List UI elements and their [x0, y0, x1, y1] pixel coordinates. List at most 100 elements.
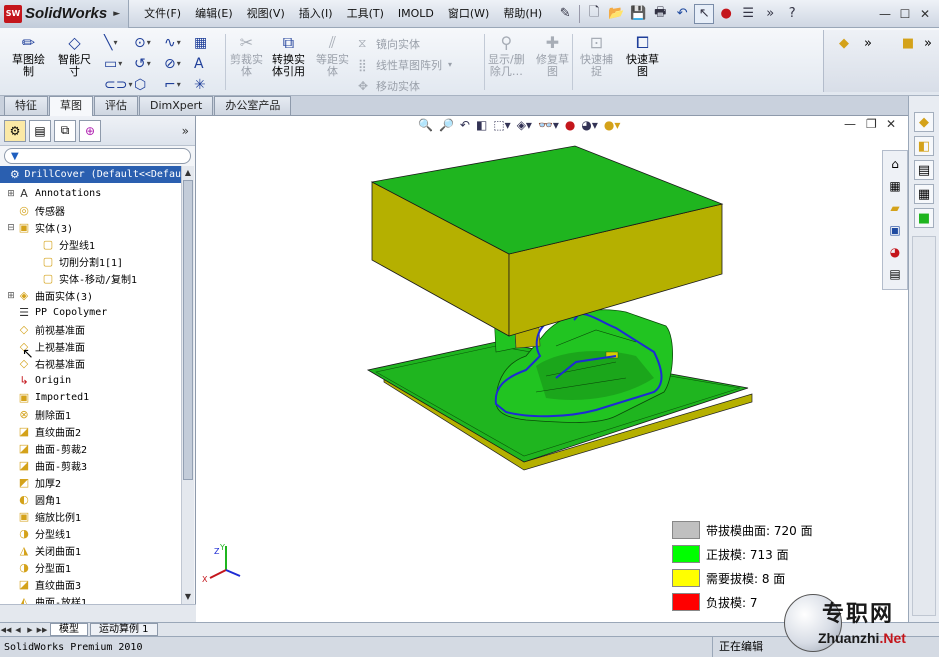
scroll-up-icon[interactable]: ▲ [182, 166, 194, 179]
convert-entities-button[interactable]: ⧉ 转换实 体引用 [272, 32, 305, 78]
undo-icon[interactable]: ↶ [672, 4, 692, 24]
design-library-icon[interactable]: ◆ [914, 112, 934, 132]
tab-motion-study[interactable]: 运动算例 1 [90, 623, 158, 636]
tree-item[interactable]: ⊞ ◈ 曲面实体(3) [0, 287, 181, 304]
close-icon[interactable]: ✕ [915, 4, 935, 24]
menu-view[interactable]: 视图(V) [240, 0, 292, 28]
trim-entities-button[interactable]: ✂ 剪裁实 体 [230, 32, 263, 78]
scroll-down-icon[interactable]: ▼ [182, 590, 194, 603]
grid-icon[interactable]: ▦ [190, 32, 220, 53]
polygon-icon[interactable]: ⬡ [130, 74, 160, 95]
first-tab-icon[interactable]: ◀◀ [0, 626, 12, 634]
toolbox-icon[interactable]: ◧ [914, 136, 934, 156]
custom-properties-icon[interactable]: ▤ [886, 265, 904, 283]
mirror-entities-item[interactable]: ⧖ 镜向实体 [358, 33, 452, 54]
expand-icon[interactable]: ⊞ [6, 189, 16, 199]
toolbar-more-icon[interactable]: » [760, 4, 780, 24]
toolbar-more-icon[interactable]: » [918, 34, 938, 52]
options-list-icon[interactable]: ☰ [738, 4, 758, 24]
view-palette-icon[interactable]: ▦ [914, 184, 934, 204]
search-view-icon[interactable]: ▣ [886, 221, 904, 239]
pin-icon[interactable]: ✎ [555, 4, 575, 24]
resources-icon[interactable]: ▦ [886, 177, 904, 195]
tree-item[interactable]: ◮ 关闭曲面1 [0, 542, 181, 559]
app-logo[interactable]: SW SolidWorks ► [0, 0, 130, 28]
feature-manager-tab-icon[interactable]: ⚙ [4, 119, 26, 142]
tree-item[interactable]: ☰ PP Copolymer [0, 304, 181, 321]
point-icon[interactable]: ✳ [190, 74, 220, 95]
tree-item[interactable]: ⊟ ▣ 实体(3) [0, 219, 181, 236]
tree-item[interactable]: ◩ 加厚2 [0, 474, 181, 491]
tree-item[interactable]: ⊞ A Annotations [0, 185, 181, 202]
prev-tab-icon[interactable]: ◀ [12, 626, 24, 634]
tree-item[interactable]: ▣ Imported1 [0, 389, 181, 406]
move-entities-item[interactable]: ✥ 移动实体 [358, 75, 452, 96]
tree-item[interactable]: ◑ 分型面1 [0, 559, 181, 576]
offset-entities-button[interactable]: ⫽ 等距实 体 [316, 32, 349, 78]
help-question-icon[interactable]: ? [782, 4, 802, 24]
tree-filter-input[interactable]: ▼ [4, 148, 191, 164]
task-pane-scrollbar[interactable] [912, 236, 936, 616]
tab-dimxpert[interactable]: DimXpert [139, 96, 214, 115]
tab-evaluate[interactable]: 评估 [94, 96, 138, 115]
traffic-light-icon[interactable]: ● [716, 4, 736, 24]
next-tab-icon[interactable]: ▶ [24, 626, 36, 634]
tree-item[interactable]: ▢ 切削分割1[1] [0, 253, 181, 270]
rectangle-icon[interactable]: ▭ ▾ [100, 53, 130, 74]
minimize-icon[interactable]: — [875, 4, 895, 24]
menu-window[interactable]: 窗口(W) [441, 0, 496, 28]
tree-item[interactable]: ▢ 分型线1 [0, 236, 181, 253]
tree-item[interactable]: ◇ 前视基准面 [0, 321, 181, 338]
fillet-icon[interactable]: ⌐ ▾ [160, 74, 190, 95]
maximize-icon[interactable]: ☐ [895, 4, 915, 24]
new-document-icon[interactable]: 🗋 [584, 4, 604, 24]
display-delete-relations-button[interactable]: ⚲ 显示/删 除几… [488, 32, 525, 78]
open-folder-icon[interactable]: 📂 [606, 4, 626, 24]
home-icon[interactable]: ⌂ [886, 155, 904, 173]
scroll-thumb[interactable] [183, 180, 193, 480]
menu-imold[interactable]: IMOLD [391, 0, 441, 28]
rapid-sketch-button[interactable]: ⧠ 快速草 图 [626, 32, 659, 78]
dropdown-arrow-icon[interactable]: ▾ [448, 60, 452, 69]
expand-icon[interactable]: ⊞ [6, 291, 16, 301]
tree-item[interactable]: ◪ 曲面-剪裁3 [0, 457, 181, 474]
sketch-button[interactable]: ✏ 草图绘 制 [12, 32, 45, 78]
appearances-icon[interactable]: ◕ [886, 243, 904, 261]
tab-sketch[interactable]: 草图 [49, 96, 93, 116]
menu-file[interactable]: 文件(F) [137, 0, 188, 28]
tree-item[interactable]: ▢ 实体-移动/复制1 [0, 270, 181, 287]
quick-snaps-button[interactable]: ⊡ 快速捕 捉 [580, 32, 613, 78]
menu-edit[interactable]: 编辑(E) [188, 0, 240, 28]
tab-model[interactable]: 模型 [50, 623, 88, 636]
tab-office-products[interactable]: 办公室产品 [214, 96, 292, 115]
smart-dimension-button[interactable]: ◇ 智能尺 寸 [58, 32, 91, 78]
tree-item[interactable]: ◎ 传感器 [0, 202, 181, 219]
tree-item[interactable]: ↳ Origin [0, 372, 181, 389]
design-library-icon[interactable]: ◆ [834, 34, 854, 52]
folder-icon[interactable]: ■ [898, 34, 918, 52]
text-a-icon[interactable]: A [190, 53, 220, 74]
slot-icon[interactable]: ⊂⊃ ▾ [100, 74, 132, 95]
panel-more-icon[interactable]: » [182, 124, 189, 138]
dimxpert-manager-tab-icon[interactable]: ⊕ [79, 119, 101, 142]
tree-item[interactable]: ▣ 缩放比例1 [0, 508, 181, 525]
configuration-manager-tab-icon[interactable]: ⧉ [54, 119, 76, 142]
menu-help[interactable]: 帮助(H) [496, 0, 549, 28]
toolbar-more-icon[interactable]: » [858, 34, 878, 52]
menu-tools[interactable]: 工具(T) [340, 0, 391, 28]
line-icon[interactable]: ╲ ▾ [100, 32, 130, 53]
collapse-icon[interactable]: ⊟ [6, 223, 16, 233]
file-explorer-icon[interactable]: ▤ [914, 160, 934, 180]
tree-item[interactable]: ◐ 圆角1 [0, 491, 181, 508]
save-icon[interactable]: 💾 [628, 4, 648, 24]
solidworks-resources-icon[interactable]: ■ [914, 208, 934, 228]
tree-root-part[interactable]: ⚙ DrillCover (Default<<Defau [0, 166, 181, 183]
menu-insert[interactable]: 插入(I) [292, 0, 340, 28]
select-arrow-icon[interactable]: ↖ [694, 3, 715, 24]
graphics-area[interactable]: 🔍 🔎 ↶ ◧ ⬚▾ ◈▾ 👓▾ ● ◕▾ ●▾ — ❐ ✕ Y X Z 带拔模… [196, 116, 908, 622]
linear-pattern-item[interactable]: ⣿ 线性草图阵列 ▾ [358, 54, 452, 75]
chevron-right-icon[interactable]: ► [113, 9, 120, 19]
tree-item[interactable]: ◭ 曲面-放样1 [0, 593, 181, 604]
ellipse-icon[interactable]: ⊘ ▾ [160, 53, 190, 74]
property-manager-tab-icon[interactable]: ▤ [29, 119, 51, 142]
